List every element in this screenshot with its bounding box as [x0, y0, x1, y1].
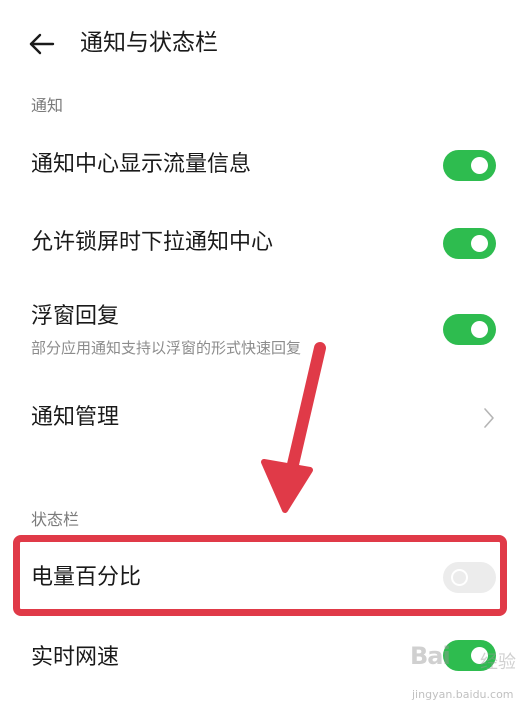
toggle-knob — [471, 235, 488, 252]
page-title: 通知与状态栏 — [80, 30, 218, 56]
toggle-knob — [451, 569, 468, 586]
arrow-left-icon — [29, 33, 55, 55]
setting-label: 实时网速 — [31, 645, 120, 670]
setting-row-battery-percentage[interactable]: 电量百分比 — [0, 554, 532, 606]
floating-reply-toggle[interactable] — [443, 314, 496, 345]
setting-label: 允许锁屏时下拉通知中心 — [31, 230, 274, 255]
setting-label: 通知中心显示流量信息 — [31, 152, 252, 177]
setting-label: 通知管理 — [31, 405, 120, 430]
setting-row-traffic-info[interactable]: 通知中心显示流量信息 — [0, 140, 532, 192]
toggle-knob — [471, 157, 488, 174]
setting-row-floating-reply[interactable]: 浮窗回复 部分应用通知支持以浮窗的形式快速回复 — [0, 296, 532, 366]
lockscreen-pull-toggle[interactable] — [443, 228, 496, 259]
setting-row-realtime-speed[interactable]: 实时网速 — [0, 634, 532, 686]
toggle-knob — [471, 321, 488, 338]
app-header: 通知与状态栏 — [0, 0, 532, 88]
section-label-notifications: 通知 — [31, 96, 64, 115]
setting-row-lockscreen-pull[interactable]: 允许锁屏时下拉通知中心 — [0, 218, 532, 270]
battery-percentage-toggle[interactable] — [443, 562, 496, 593]
realtime-speed-toggle[interactable] — [443, 640, 496, 671]
chevron-right-icon — [484, 408, 494, 428]
toggle-knob — [471, 647, 488, 664]
traffic-info-toggle[interactable] — [443, 150, 496, 181]
setting-label: 浮窗回复 — [31, 304, 120, 329]
setting-row-notification-management[interactable]: 通知管理 — [0, 394, 532, 446]
section-label-statusbar: 状态栏 — [31, 510, 80, 529]
back-button[interactable] — [26, 28, 58, 60]
setting-label: 电量百分比 — [31, 565, 142, 590]
watermark-url: jingyan.baidu.com — [412, 688, 514, 701]
setting-description: 部分应用通知支持以浮窗的形式快速回复 — [31, 339, 302, 357]
